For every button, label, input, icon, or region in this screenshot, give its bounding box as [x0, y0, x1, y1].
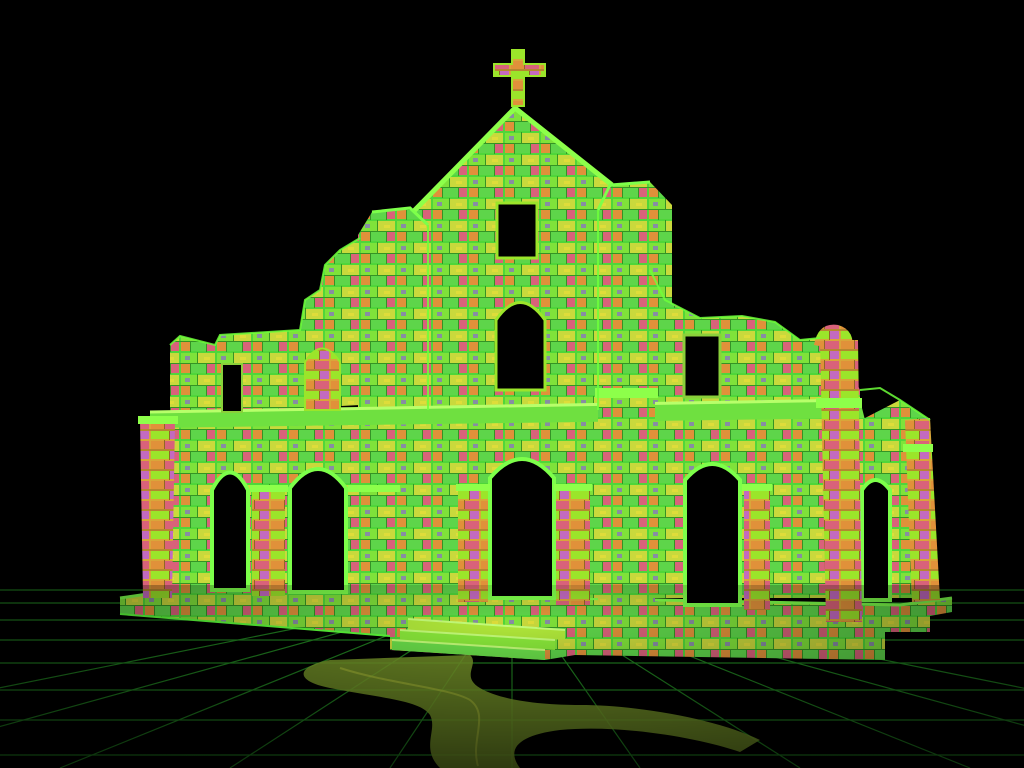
- column-right-1: [598, 395, 655, 612]
- upper-window-right: [682, 333, 722, 399]
- upper-arched-window-center: [494, 301, 547, 392]
- upper-window-center-top: [495, 201, 539, 260]
- upper-window-left: [221, 363, 243, 413]
- arch-opening-1: [210, 470, 250, 592]
- upper-niche-left: [304, 347, 341, 411]
- column-far-left: [140, 420, 175, 598]
- arch-opening-2: [288, 467, 348, 594]
- column-left-1: [252, 490, 285, 596]
- arch-opening-4: [683, 462, 742, 607]
- church-ruin-scan-scene: [0, 0, 1024, 768]
- column-center-left: [458, 488, 488, 602]
- left-tower: [358, 208, 428, 410]
- column-left-2: [350, 490, 398, 600]
- column-far-right: [820, 340, 862, 622]
- floor-vignette: [0, 585, 1024, 768]
- arch-opening-3: [488, 457, 556, 600]
- arch-opening-5: [860, 478, 892, 602]
- right-tower: [598, 182, 672, 410]
